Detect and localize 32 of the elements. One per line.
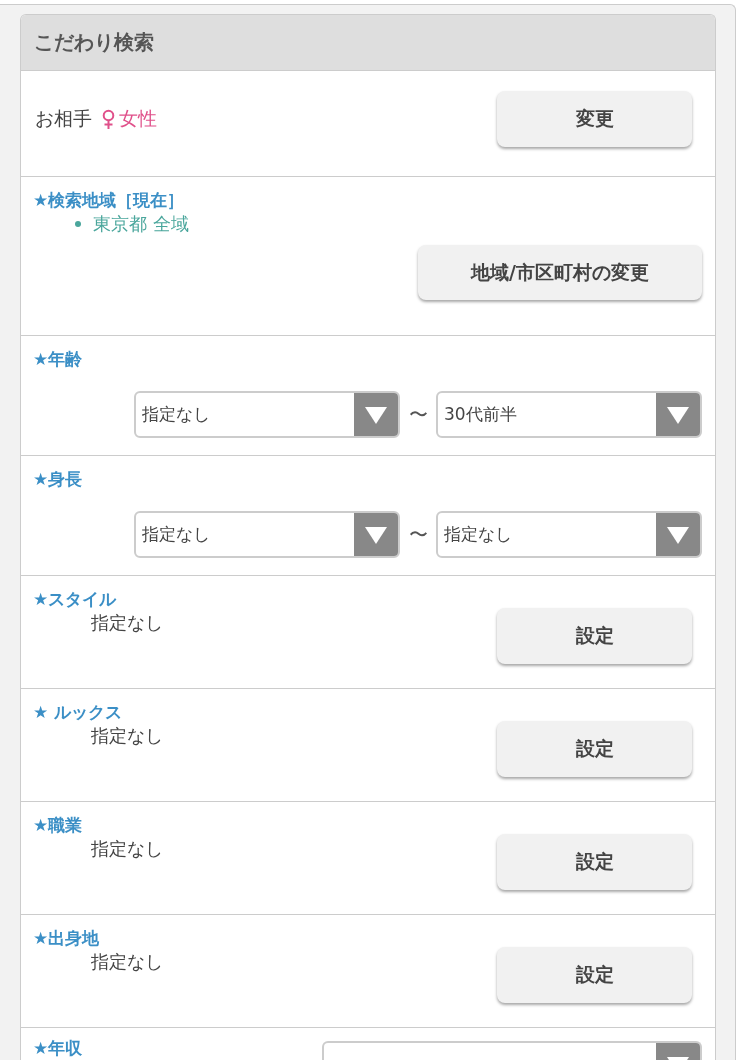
setting-button[interactable]: 設定 bbox=[497, 608, 692, 664]
partner-label: お相手 bbox=[35, 105, 92, 131]
setting-button[interactable]: 設定 bbox=[497, 721, 692, 777]
section-title: ★スタイル bbox=[33, 588, 117, 611]
section-title: ★職業 bbox=[33, 814, 83, 837]
dropdown[interactable] bbox=[322, 1041, 702, 1060]
section-title: ★年齢 bbox=[33, 348, 84, 371]
dropdown[interactable]: 指定なし bbox=[134, 391, 400, 438]
section-title: ★検索地域［現在］ bbox=[33, 189, 186, 212]
range-separator: 〜 bbox=[407, 401, 429, 427]
setting-value: 指定なし bbox=[90, 837, 163, 861]
dropdown-arrow-icon bbox=[656, 1043, 700, 1060]
section-title: ★年収 bbox=[33, 1037, 83, 1059]
setting-button[interactable]: 設定 bbox=[497, 947, 692, 1003]
section-title: ★身長 bbox=[33, 468, 84, 491]
setting-value: 指定なし bbox=[90, 611, 163, 635]
range-separator: 〜 bbox=[407, 521, 429, 547]
female-symbol-icon bbox=[102, 108, 115, 129]
section-title: ★ ルックス bbox=[33, 701, 123, 724]
gender-value: 女性 bbox=[119, 105, 157, 131]
setting-value: 指定なし bbox=[90, 724, 163, 748]
setting-button[interactable]: 設定 bbox=[497, 834, 692, 890]
area-value: 東京都 全域 bbox=[93, 212, 189, 236]
dropdown[interactable]: 指定なし bbox=[436, 511, 702, 558]
dropdown[interactable]: 指定なし bbox=[134, 511, 400, 558]
section-title: ★出身地 bbox=[33, 927, 100, 950]
bullet-icon bbox=[75, 221, 81, 227]
setting-value: 指定なし bbox=[90, 950, 163, 974]
area-change-button[interactable]: 地域/市区町村の変更 bbox=[418, 245, 702, 300]
dropdown[interactable]: 30代前半 bbox=[436, 391, 702, 438]
panel-title: こだわり検索 bbox=[34, 29, 154, 56]
change-button[interactable]: 変更 bbox=[497, 90, 692, 147]
